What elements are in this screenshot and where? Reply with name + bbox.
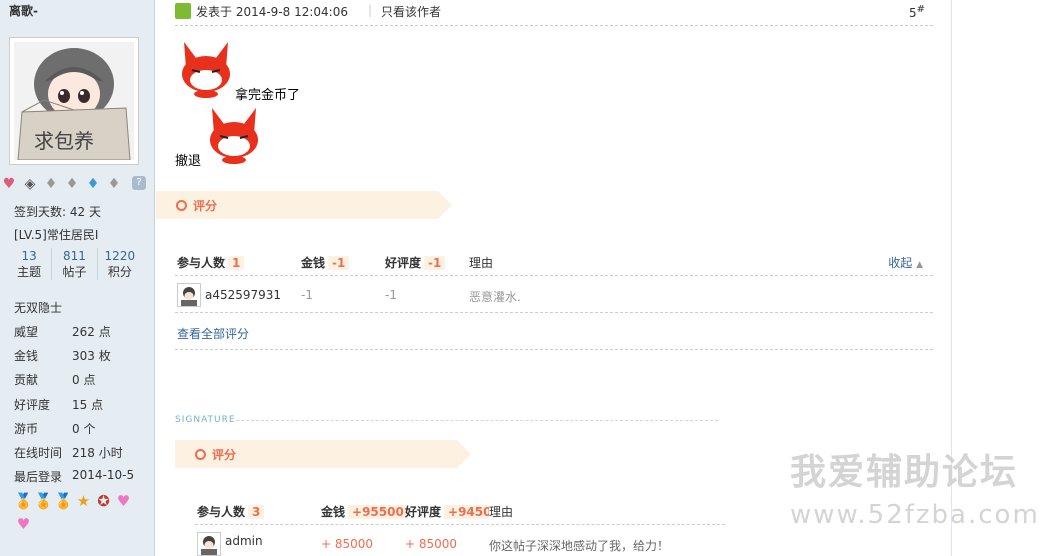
count-credits[interactable]: 1220 积分 (98, 248, 142, 280)
reputation-value: -1 (385, 288, 397, 302)
participants-header: 参与人数 3 (197, 503, 265, 520)
author-sidebar: 离歌- 求包养 ♥ ◈ ♦ ♦ ♦ ♦ ? 签到天数: 42 天 [LV.5]常… (0, 0, 155, 556)
rater-username[interactable]: a452597931 (205, 288, 281, 302)
rating-title: 评分 (212, 448, 237, 462)
online-status-icon (175, 3, 191, 19)
user-level[interactable]: [LV.5]常住居民I (14, 226, 98, 243)
user-title: 无双隐士 (14, 301, 63, 315)
post-time: 发表于 2014-9-8 12:04:06 (196, 5, 348, 19)
watermark-url: www.52fzba.com (790, 500, 1040, 530)
rating-header: 参与人数 1 金钱 -1 好评度 -1 理由 收起 ▲ (175, 246, 933, 276)
medal-icon[interactable]: 🏅 (34, 490, 53, 512)
avatar-image: 求包养 (14, 42, 134, 160)
user-avatar[interactable] (197, 532, 221, 556)
table-row: admin + 85000 + 85000 你这帖子深深地感动了我，给力！ (195, 526, 725, 556)
diamond-blue-medal-icon[interactable]: ♦ (84, 176, 102, 192)
gem-medal-icon[interactable]: ◈ (21, 176, 39, 192)
heart-medal-icon[interactable]: ♥ (14, 513, 33, 535)
user-avatar[interactable] (177, 283, 201, 307)
star-medal-icon[interactable]: ★ (74, 490, 93, 512)
fox-emoticon-icon (182, 42, 230, 98)
rating-header: 参与人数 3 金钱 +95500 好评度 +9450 理由 (195, 495, 725, 525)
avatar-box-text: 求包养 (34, 129, 94, 153)
info-row: 在线时间 218 小时 (14, 446, 123, 460)
divider (175, 349, 933, 350)
info-row: 金钱 303 枚 (14, 349, 111, 363)
post-line-2: 撤退 (175, 154, 202, 169)
post-header: 发表于 2014-9-8 12:04:06 | 只看该作者 5# (175, 0, 933, 26)
diamond-medal-icon[interactable]: ♦ (42, 176, 60, 192)
reputation-value: + 85000 (405, 537, 458, 551)
signature-divider (236, 420, 718, 421)
chevron-up-icon: ▲ (916, 260, 923, 270)
info-row: 威望 262 点 (14, 325, 111, 339)
collapse-link[interactable]: 收起 ▲ (888, 254, 923, 271)
medal-row-bottom: 🏅 🏅 🏅 ★ ✪ ♥ ♥ (14, 490, 139, 535)
count-posts[interactable]: 811 帖子 (52, 248, 98, 280)
medal-icon[interactable]: 🏅 (54, 490, 73, 512)
reason-header: 理由 (489, 505, 514, 519)
reason-value: 恶意灌水. (469, 290, 521, 304)
money-value: -1 (301, 288, 313, 302)
badge-medal-icon[interactable]: ✪ (94, 490, 113, 512)
rating-banner: 评分 (156, 191, 452, 219)
rater-username[interactable]: admin (225, 534, 263, 548)
floor-number[interactable]: 5# (909, 4, 925, 20)
count-threads[interactable]: 13 主题 (7, 248, 53, 280)
money-header: 金钱 +95500 (321, 503, 408, 520)
diamond-medal-icon[interactable]: ♦ (63, 176, 81, 192)
rating-ring-icon (195, 449, 206, 460)
avatar[interactable]: 求包养 (9, 37, 139, 165)
participants-header: 参与人数 1 (177, 254, 245, 271)
medal-row-top: ♥ ◈ ♦ ♦ ♦ ♦ ? (0, 176, 146, 192)
reputation-header: 好评度 +9450 (405, 503, 489, 520)
post-line-1: 拿完金币了 (235, 88, 301, 103)
help-icon[interactable]: ? (132, 176, 146, 190)
info-row: 好评度 15 点 (14, 398, 104, 412)
view-all-ratings-link[interactable]: 查看全部评分 (177, 325, 249, 342)
header-separator: | (368, 3, 373, 17)
rating-ring-icon (176, 200, 187, 211)
info-row: 游币 0 个 (14, 422, 96, 436)
checkin-days: 签到天数: 42 天 (14, 205, 101, 219)
heart-medal-icon[interactable]: ♥ (0, 176, 18, 192)
info-row: 贡献 0 点 (14, 373, 96, 387)
reputation-header: 好评度 -1 (385, 254, 446, 271)
diamond-medal-icon[interactable]: ♦ (105, 176, 123, 192)
author-name[interactable]: 离歌- (9, 2, 38, 19)
table-row: a452597931 -1 -1 恶意灌水. (175, 277, 933, 313)
signature-label: SIGNATURE (175, 415, 236, 425)
rating-title: 评分 (193, 199, 218, 213)
author-counts: 13 主题 811 帖子 1220 积分 (7, 248, 142, 280)
reason-value: 你这帖子深深地感动了我，给力！ (489, 539, 670, 553)
fox-emoticon-icon (210, 108, 258, 164)
reason-header: 理由 (469, 256, 494, 270)
heart-medal-icon[interactable]: ♥ (114, 490, 133, 512)
medal-icon[interactable]: 🏅 (14, 490, 33, 512)
watermark-title: 我爱辅助论坛 (790, 452, 1019, 493)
money-header: 金钱 -1 (301, 254, 350, 271)
info-row: 最后登录 2014-10-5 (14, 468, 135, 484)
author-only-link[interactable]: 只看该作者 (381, 3, 441, 20)
rating-banner: 评分 (175, 440, 471, 468)
money-value: + 85000 (321, 537, 374, 551)
